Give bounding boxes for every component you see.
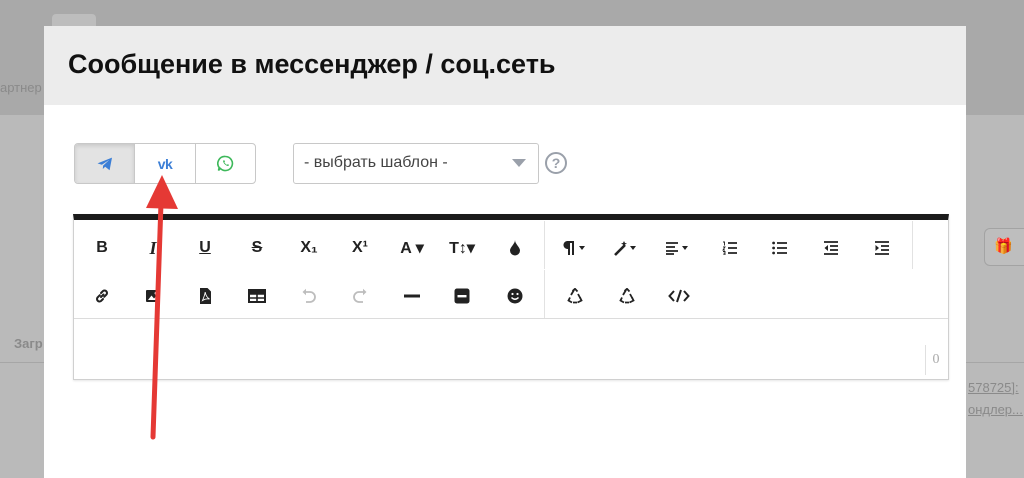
horizontal-line-button[interactable] bbox=[394, 281, 430, 311]
indent-button[interactable] bbox=[864, 233, 900, 263]
recycle-icon bbox=[567, 288, 583, 304]
italic-icon: I bbox=[149, 237, 157, 258]
redo-button[interactable] bbox=[342, 281, 378, 311]
background-divider bbox=[0, 362, 44, 363]
unordered-list-button[interactable] bbox=[762, 233, 798, 263]
superscript-button[interactable]: X¹ bbox=[342, 233, 378, 263]
undo-icon bbox=[302, 288, 316, 303]
bold-button[interactable]: B bbox=[84, 233, 120, 263]
help-icon[interactable]: ? bbox=[545, 152, 567, 174]
strikethrough-button[interactable]: S bbox=[239, 233, 275, 263]
pdf-file-icon bbox=[199, 288, 211, 304]
highlight-button[interactable] bbox=[497, 233, 533, 263]
vk-button[interactable]: vk bbox=[135, 144, 196, 183]
table-icon bbox=[248, 289, 266, 303]
editor-toolbar: B I U S X₁ X¹ A ▾ T↕▾ bbox=[74, 220, 948, 319]
source-code-button[interactable] bbox=[661, 281, 697, 311]
font-color-button[interactable]: A ▾ bbox=[394, 233, 430, 263]
undo-button[interactable] bbox=[291, 281, 327, 311]
recycle-icon bbox=[619, 288, 635, 304]
font-size-icon: T↕▾ bbox=[449, 240, 475, 257]
bold-icon: B bbox=[96, 239, 108, 256]
image-icon bbox=[146, 290, 160, 302]
link-icon bbox=[96, 289, 108, 303]
ordered-list-icon bbox=[722, 241, 737, 255]
template-select[interactable]: - выбрать шаблон - bbox=[293, 143, 539, 184]
vk-icon: vk bbox=[157, 155, 173, 172]
background-link: 578725]: bbox=[968, 380, 1019, 395]
unordered-list-icon bbox=[772, 241, 787, 255]
subscript-button[interactable]: X₁ bbox=[291, 233, 327, 263]
outdent-button[interactable] bbox=[813, 233, 849, 263]
align-button[interactable] bbox=[661, 233, 697, 263]
pdf-button[interactable] bbox=[187, 281, 223, 311]
redo-icon bbox=[353, 288, 367, 303]
underline-button[interactable]: U bbox=[187, 233, 223, 263]
telegram-icon bbox=[97, 157, 112, 170]
outdent-icon bbox=[824, 241, 838, 255]
align-left-icon bbox=[666, 242, 688, 255]
background-link-2: ондлер... bbox=[968, 402, 1023, 417]
link-button[interactable] bbox=[84, 281, 120, 311]
telegram-button[interactable] bbox=[75, 144, 136, 183]
background-divider-right bbox=[966, 362, 1024, 363]
underline-icon: U bbox=[199, 239, 211, 256]
recycle-button-2[interactable] bbox=[609, 281, 645, 311]
strikethrough-icon: S bbox=[251, 239, 263, 256]
paragraph-icon bbox=[563, 241, 585, 255]
font-size-button[interactable]: T↕▾ bbox=[444, 233, 480, 263]
italic-button[interactable]: I bbox=[135, 233, 171, 263]
recycle-button[interactable] bbox=[557, 281, 593, 311]
messenger-modal: Сообщение в мессенджер / соц.сеть vk - в… bbox=[44, 26, 966, 478]
indent-icon bbox=[875, 241, 889, 255]
character-counter: 0 bbox=[925, 345, 946, 375]
table-button[interactable] bbox=[239, 281, 275, 311]
code-icon bbox=[668, 289, 690, 303]
background-nav-label: артнер bbox=[0, 80, 42, 95]
gift-icon: 🎁 bbox=[994, 238, 1013, 255]
subscript-icon: X₁ bbox=[300, 239, 318, 256]
emoji-button[interactable] bbox=[497, 281, 533, 311]
channel-selector: vk bbox=[74, 143, 256, 184]
background-column-label: Загр bbox=[14, 336, 43, 351]
image-button[interactable] bbox=[135, 281, 171, 311]
message-editor: B I U S X₁ X¹ A ▾ T↕▾ 0 bbox=[73, 214, 949, 380]
whatsapp-icon bbox=[216, 155, 233, 172]
magic-style-button[interactable] bbox=[609, 233, 645, 263]
template-select-value: - выбрать шаблон - bbox=[304, 154, 448, 171]
paragraph-button[interactable] bbox=[557, 233, 593, 263]
horizontal-line-icon bbox=[404, 294, 420, 298]
smiley-icon bbox=[507, 288, 523, 304]
font-color-icon: A ▾ bbox=[400, 240, 424, 257]
ordered-list-button[interactable] bbox=[712, 233, 748, 263]
ink-drop-icon bbox=[510, 240, 520, 256]
toolbar-separator bbox=[912, 221, 913, 269]
minus-square-icon bbox=[454, 288, 470, 304]
magic-wand-icon bbox=[614, 241, 636, 256]
whatsapp-button[interactable] bbox=[196, 144, 255, 183]
modal-header: Сообщение в мессенджер / соц.сеть bbox=[44, 26, 966, 105]
modal-title: Сообщение в мессенджер / соц.сеть bbox=[68, 49, 556, 79]
superscript-icon: X¹ bbox=[352, 239, 368, 256]
toolbar-separator bbox=[544, 270, 545, 318]
toolbar-separator bbox=[544, 221, 545, 269]
block-button[interactable] bbox=[444, 281, 480, 311]
chevron-down-icon bbox=[512, 159, 526, 167]
